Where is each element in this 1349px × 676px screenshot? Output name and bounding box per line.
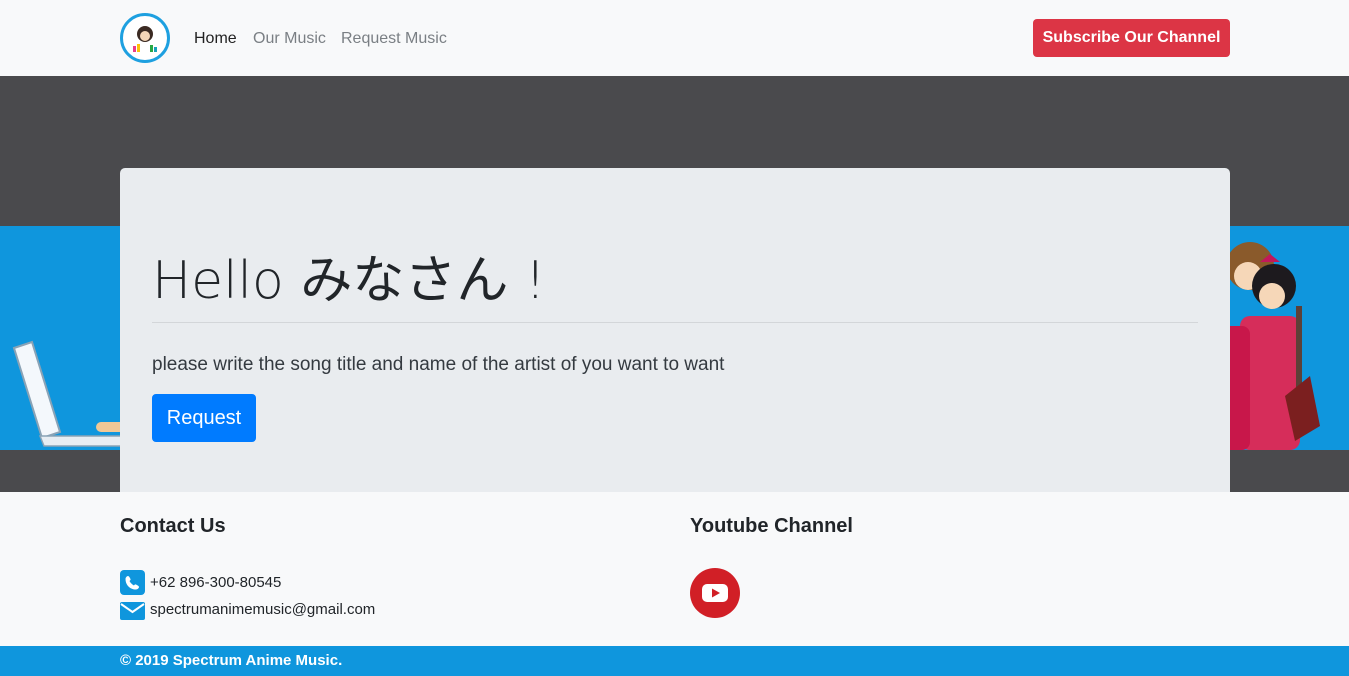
phone-icon (120, 570, 145, 595)
hero-title: Hello みなさん ! (152, 251, 546, 311)
mail-icon (120, 597, 145, 622)
nav-request-music[interactable]: Request Music (341, 30, 447, 48)
contact-heading: Contact Us (120, 515, 226, 537)
subscribe-button[interactable]: Subscribe Our Channel (1033, 19, 1230, 57)
navbar: Home Our Music Request Music Subscribe O… (0, 0, 1349, 76)
youtube-button[interactable] (690, 568, 740, 618)
contact-phone[interactable]: +62 896-300-80545 (120, 570, 281, 595)
jumbotron-card: Hello みなさん ! please write the song title… (120, 168, 1230, 492)
copyright-bar: © 2019 Spectrum Anime Music. (0, 646, 1349, 676)
contact-email[interactable]: spectrumanimemusic@gmail.com (120, 597, 375, 622)
hero-description: please write the song title and name of … (152, 354, 725, 375)
phone-number: +62 896-300-80545 (150, 574, 282, 591)
divider (152, 322, 1198, 323)
hero-section: Hello みなさん ! please write the song title… (0, 76, 1349, 492)
youtube-heading: Youtube Channel (690, 515, 853, 537)
email-address: spectrumanimemusic@gmail.com (150, 601, 376, 618)
nav-home[interactable]: Home (194, 30, 237, 48)
youtube-icon (702, 584, 728, 602)
copyright-text: © 2019 Spectrum Anime Music. (120, 652, 343, 669)
site-logo[interactable] (120, 13, 170, 63)
request-button[interactable]: Request (152, 394, 256, 442)
nav-our-music[interactable]: Our Music (253, 30, 326, 48)
